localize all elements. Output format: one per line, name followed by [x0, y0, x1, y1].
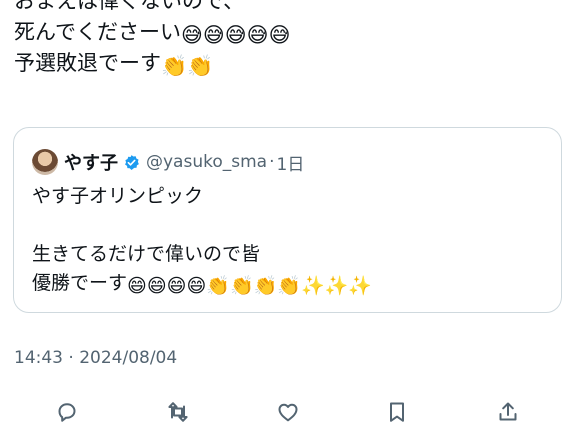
author-name[interactable]: やす子 [64, 149, 118, 175]
retweet-icon [168, 402, 188, 422]
quote-text: やす子オリンピック 生きてるだけで偉いので皆 優勝でーす😄😄😄😄👏👏👏👏✨✨✨ [32, 182, 552, 298]
clap-emoji: 👏 [206, 275, 230, 297]
clap-emoji: 👏 [277, 275, 301, 297]
sparkles-emoji: ✨ [348, 275, 372, 297]
quote-header: やす子 @yasuko_sma · 1日 [32, 149, 304, 175]
grin-emoji: 😄 [146, 275, 167, 297]
sparkles-emoji: ✨ [324, 275, 349, 297]
clap-emoji: 👏 [187, 54, 214, 78]
reply-icon [58, 403, 76, 422]
grin-emoji: 😄 [127, 275, 147, 297]
tweet-line: 死んでくださーい😅😅😅😅😅 [14, 20, 291, 47]
quote-line: やす子オリンピック [32, 185, 204, 207]
tweet-text: おまえは偉くないので、 死んでくださーい😅😅😅😅😅 予選敗退でーす👏👏 [14, 0, 554, 79]
post-timestamp[interactable]: 14:43 · 2024/08/04 [14, 348, 177, 368]
sweat-smile-emoji: 😅 [202, 23, 225, 47]
grin-emoji: 😄 [166, 275, 187, 297]
clap-emoji: 👏 [229, 275, 254, 297]
tweet-line: おまえは偉くないので、 [14, 0, 245, 13]
sparkles-emoji: ✨ [300, 275, 325, 297]
author-handle: @yasuko_sma [146, 152, 268, 172]
retweet-button[interactable] [164, 398, 192, 426]
verified-badge-icon [125, 154, 139, 170]
heart-icon [278, 403, 298, 422]
bookmark-icon [390, 402, 404, 422]
clap-emoji: 👏 [161, 54, 188, 78]
sweat-smile-emoji: 😅 [180, 23, 203, 47]
like-button[interactable] [274, 398, 302, 426]
bookmark-button[interactable] [383, 398, 411, 426]
sweat-smile-emoji: 😅 [268, 23, 291, 47]
post-age: 1日 [276, 154, 305, 175]
share-icon [499, 402, 517, 421]
quote-tweet-card[interactable]: やす子 @yasuko_sma · 1日 やす子オリンピック 生きてるだけで偉い… [13, 127, 562, 313]
reply-button[interactable] [53, 398, 81, 426]
action-bar [0, 395, 576, 429]
quote-line: 生きてるだけで偉いので皆 [32, 243, 261, 265]
clap-emoji: 👏 [253, 275, 278, 297]
quote-blank-line [32, 211, 552, 240]
avatar[interactable] [32, 149, 58, 175]
grin-emoji: 😄 [186, 275, 207, 297]
tweet-line: 予選敗退でーす👏👏 [14, 51, 214, 78]
share-button[interactable] [494, 398, 522, 426]
sweat-smile-emoji: 😅 [246, 23, 269, 47]
quote-line: 優勝でーす😄😄😄😄👏👏👏👏✨✨✨ [32, 272, 372, 297]
separator-dot: · [269, 152, 275, 172]
sweat-smile-emoji: 😅 [224, 23, 247, 47]
